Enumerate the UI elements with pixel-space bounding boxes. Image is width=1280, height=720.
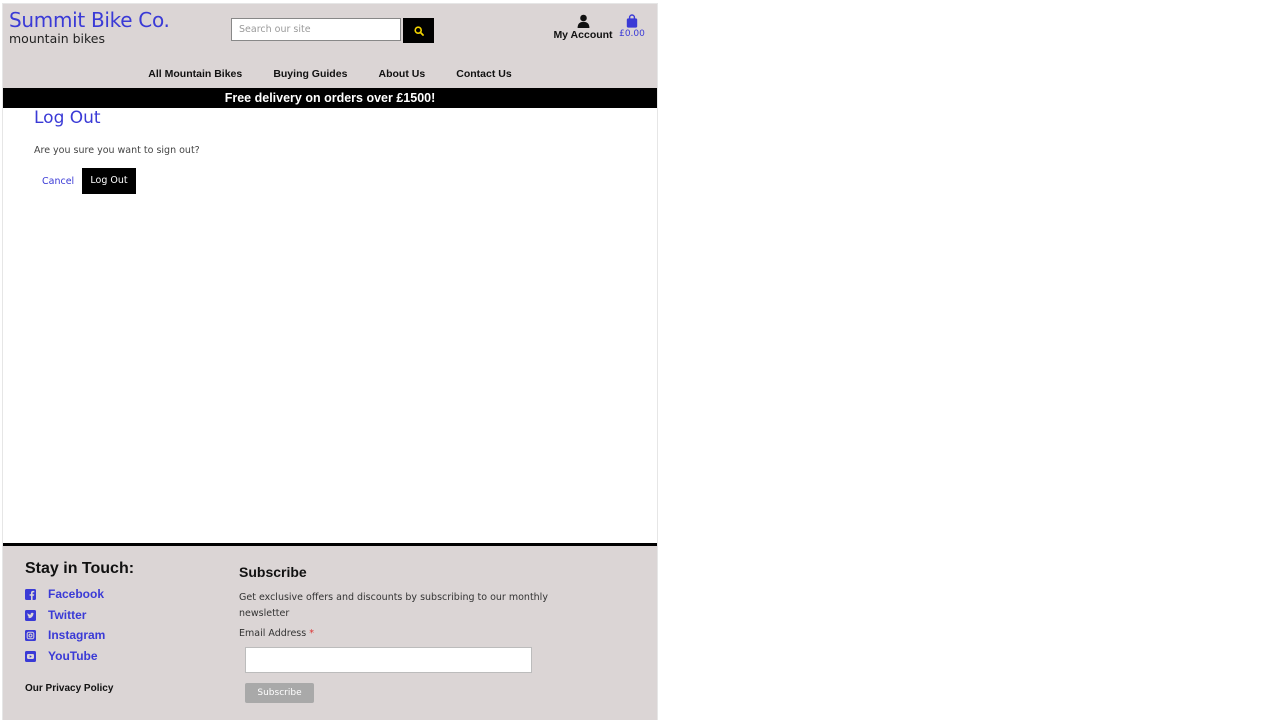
shopping-bag-link[interactable]: £0.00 xyxy=(617,14,647,39)
social-link-twitter[interactable]: Twitter xyxy=(25,608,86,622)
twitter-icon xyxy=(25,609,36,621)
youtube-label: YouTube xyxy=(48,649,98,663)
social-link-facebook[interactable]: Facebook xyxy=(25,587,104,601)
facebook-icon xyxy=(25,588,36,600)
subscribe-button[interactable]: Subscribe xyxy=(245,683,314,703)
youtube-icon xyxy=(25,650,36,662)
main-navigation: All Mountain Bikes Buying Guides About U… xyxy=(3,62,657,80)
page-title: Log Out xyxy=(34,108,101,128)
search-button[interactable] xyxy=(403,18,434,43)
cancel-link[interactable]: Cancel xyxy=(42,176,74,187)
instagram-icon xyxy=(25,629,36,641)
my-account-link[interactable]: My Account xyxy=(549,14,617,41)
delivery-banner: Free delivery on orders over £1500! xyxy=(3,88,657,108)
stay-in-touch-heading: Stay in Touch: xyxy=(25,560,135,577)
subscribe-heading: Subscribe xyxy=(239,564,307,580)
twitter-label: Twitter xyxy=(48,608,87,622)
shopping-bag-icon xyxy=(626,14,638,28)
page-frame: Summit Bike Co. mountain bikes My Accoun… xyxy=(3,4,657,720)
logo-subtitle[interactable]: mountain bikes xyxy=(9,31,105,46)
facebook-label: Facebook xyxy=(48,587,105,601)
user-icon xyxy=(577,14,589,28)
nav-item-buying-guides[interactable]: Buying Guides xyxy=(273,68,347,80)
email-address-input[interactable] xyxy=(245,647,532,673)
email-address-label-text: Email Address xyxy=(239,628,307,639)
instagram-label: Instagram xyxy=(48,628,106,642)
nav-item-about-us[interactable]: About Us xyxy=(379,68,426,80)
nav-item-contact-us[interactable]: Contact Us xyxy=(456,68,511,80)
required-marker: * xyxy=(309,628,314,639)
logout-confirm-text: Are you sure you want to sign out? xyxy=(34,145,200,156)
log-out-button[interactable]: Log Out xyxy=(82,168,136,194)
subscribe-description: Get exclusive offers and discounts by su… xyxy=(239,592,548,619)
site-footer: Stay in Touch: Facebook Twitter Instagra… xyxy=(3,543,657,720)
bag-total: £0.00 xyxy=(619,29,645,39)
social-link-instagram[interactable]: Instagram xyxy=(25,628,105,642)
social-link-youtube[interactable]: YouTube xyxy=(25,649,98,663)
privacy-policy-link[interactable]: Our Privacy Policy xyxy=(25,683,113,694)
logo-title[interactable]: Summit Bike Co. xyxy=(9,8,170,32)
search-icon xyxy=(413,25,424,36)
search-input[interactable] xyxy=(231,18,401,41)
email-address-label: Email Address * xyxy=(239,628,314,639)
my-account-label: My Account xyxy=(553,29,613,41)
site-header: Summit Bike Co. mountain bikes My Accoun… xyxy=(3,4,657,88)
nav-item-all-mountain-bikes[interactable]: All Mountain Bikes xyxy=(148,68,242,80)
